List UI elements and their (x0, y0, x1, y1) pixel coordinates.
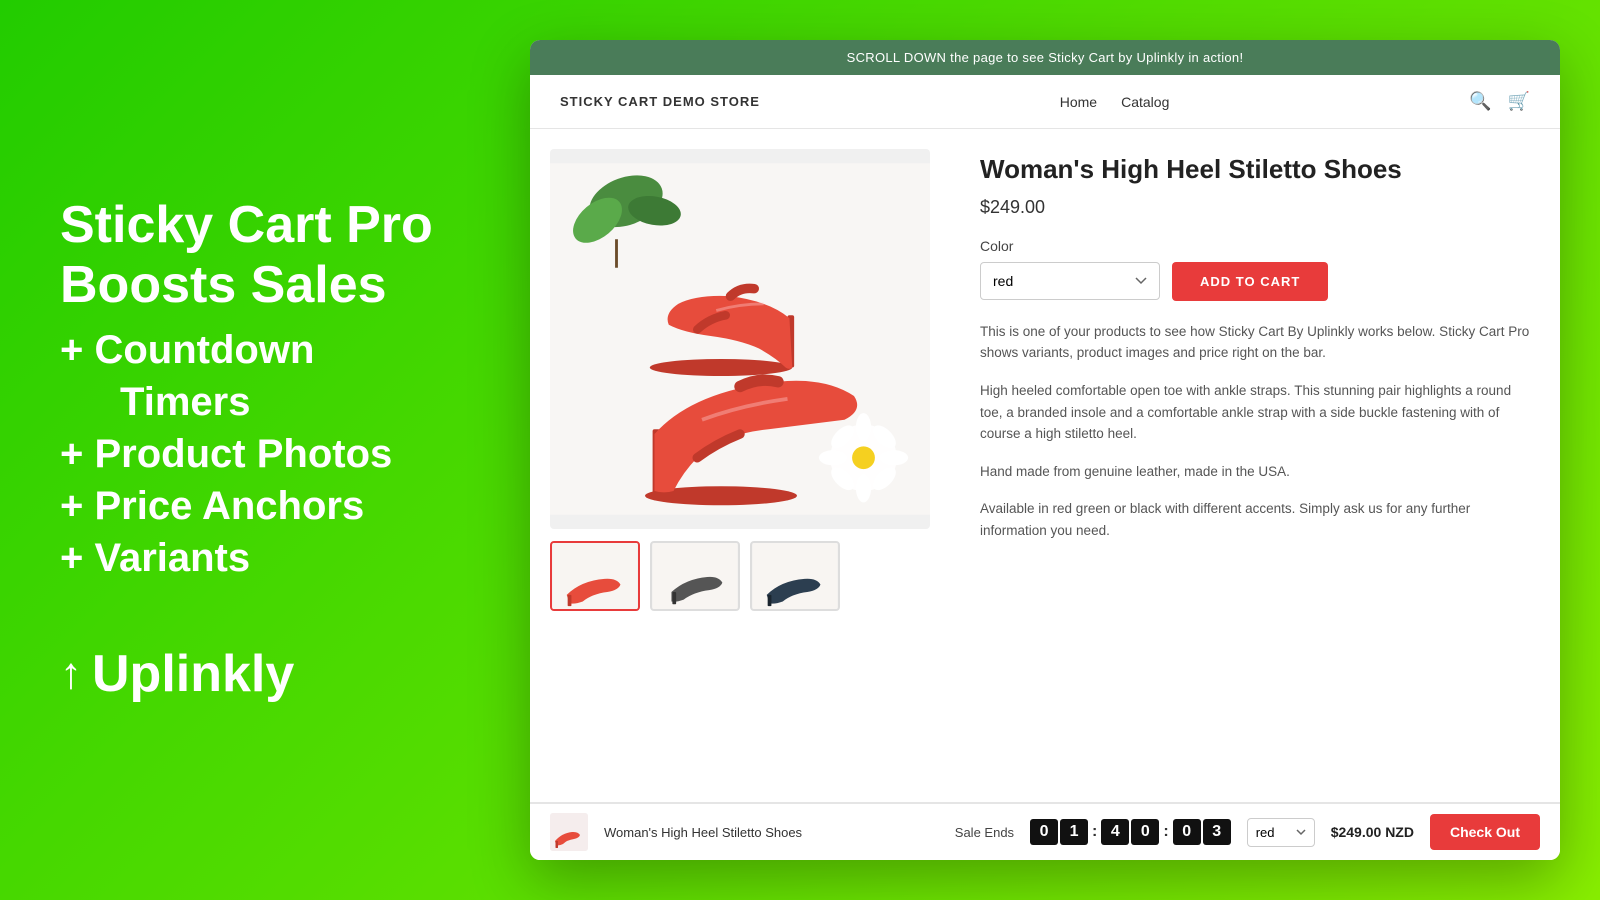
countdown-h2: 1 (1060, 819, 1088, 845)
nav-home[interactable]: Home (1060, 94, 1097, 110)
brand: ↑ Uplinkly (60, 624, 490, 704)
feature-1: + Countdown (60, 324, 490, 376)
store-header: STICKY CART DEMO STORE Home Catalog 🔍 🛒 (530, 75, 1560, 129)
nav-catalog[interactable]: Catalog (1121, 94, 1169, 110)
sticky-bar: Woman's High Heel Stiletto Shoes Sale En… (530, 802, 1560, 860)
search-icon: 🔍 (1469, 91, 1491, 111)
feature-3: + Product Photos (60, 428, 490, 480)
color-label: Color (980, 238, 1530, 254)
countdown-m2: 0 (1131, 819, 1159, 845)
countdown-h1: 0 (1030, 819, 1058, 845)
cart-icon: 🛒 (1508, 91, 1530, 111)
sticky-product-name: Woman's High Heel Stiletto Shoes (604, 825, 939, 840)
product-desc-1: This is one of your products to see how … (980, 321, 1530, 364)
thumbnails (550, 541, 930, 611)
store-icons: 🔍 🛒 (1469, 91, 1530, 112)
feature-2: Timers (60, 376, 490, 428)
announcement-bar: SCROLL DOWN the page to see Sticky Cart … (530, 40, 1560, 75)
add-to-cart-button[interactable]: ADD TO CART (1172, 262, 1328, 301)
announcement-text: SCROLL DOWN the page to see Sticky Cart … (847, 50, 1244, 65)
cart-button[interactable]: 🛒 (1508, 91, 1530, 112)
sticky-price: $249.00 NZD (1331, 824, 1414, 840)
left-panel: Sticky Cart Pro Boosts Sales + Countdown… (0, 136, 530, 764)
countdown-s1: 0 (1173, 819, 1201, 845)
countdown-sep2: : (1161, 823, 1170, 841)
thumbnail-2[interactable] (650, 541, 740, 611)
countdown-s2: 3 (1203, 819, 1231, 845)
sticky-color-select[interactable]: red green black (1247, 818, 1315, 847)
feature-4: + Price Anchors (60, 480, 490, 532)
brand-name: Uplinkly (92, 644, 294, 704)
checkout-button[interactable]: Check Out (1430, 814, 1540, 850)
sticky-product-thumbnail (550, 813, 588, 851)
countdown: 0 1 : 4 0 : 0 3 (1030, 819, 1231, 845)
product-desc-2: High heeled comfortable open toe with an… (980, 380, 1530, 445)
headline-line2: Boosts Sales (60, 256, 387, 314)
browser-mockup: SCROLL DOWN the page to see Sticky Cart … (530, 40, 1560, 860)
search-button[interactable]: 🔍 (1469, 91, 1491, 112)
headline: Sticky Cart Pro Boosts Sales (60, 196, 490, 316)
product-desc-3: Hand made from genuine leather, made in … (980, 461, 1530, 483)
store-nav: Home Catalog (1060, 94, 1170, 110)
color-select[interactable]: red green black (980, 262, 1160, 300)
brand-arrow-icon: ↑ (60, 649, 82, 699)
main-product-image (550, 149, 930, 529)
feature-5: + Variants (60, 532, 490, 584)
store-logo: STICKY CART DEMO STORE (560, 94, 760, 109)
product-desc-4: Available in red green or black with dif… (980, 498, 1530, 541)
thumbnail-3[interactable] (750, 541, 840, 611)
product-title: Woman's High Heel Stiletto Shoes (980, 153, 1530, 187)
product-price: $249.00 (980, 197, 1530, 218)
headline-line1: Sticky Cart Pro (60, 196, 433, 254)
countdown-m1: 4 (1101, 819, 1129, 845)
product-area: Woman's High Heel Stiletto Shoes $249.00… (530, 129, 1560, 802)
countdown-sep1: : (1090, 823, 1099, 841)
features-list: + Countdown Timers + Product Photos + Pr… (60, 324, 490, 584)
product-images (530, 129, 950, 802)
thumbnail-1[interactable] (550, 541, 640, 611)
product-details: Woman's High Heel Stiletto Shoes $249.00… (950, 129, 1560, 802)
color-row: red green black ADD TO CART (980, 262, 1530, 301)
sale-ends-label: Sale Ends (955, 825, 1014, 840)
